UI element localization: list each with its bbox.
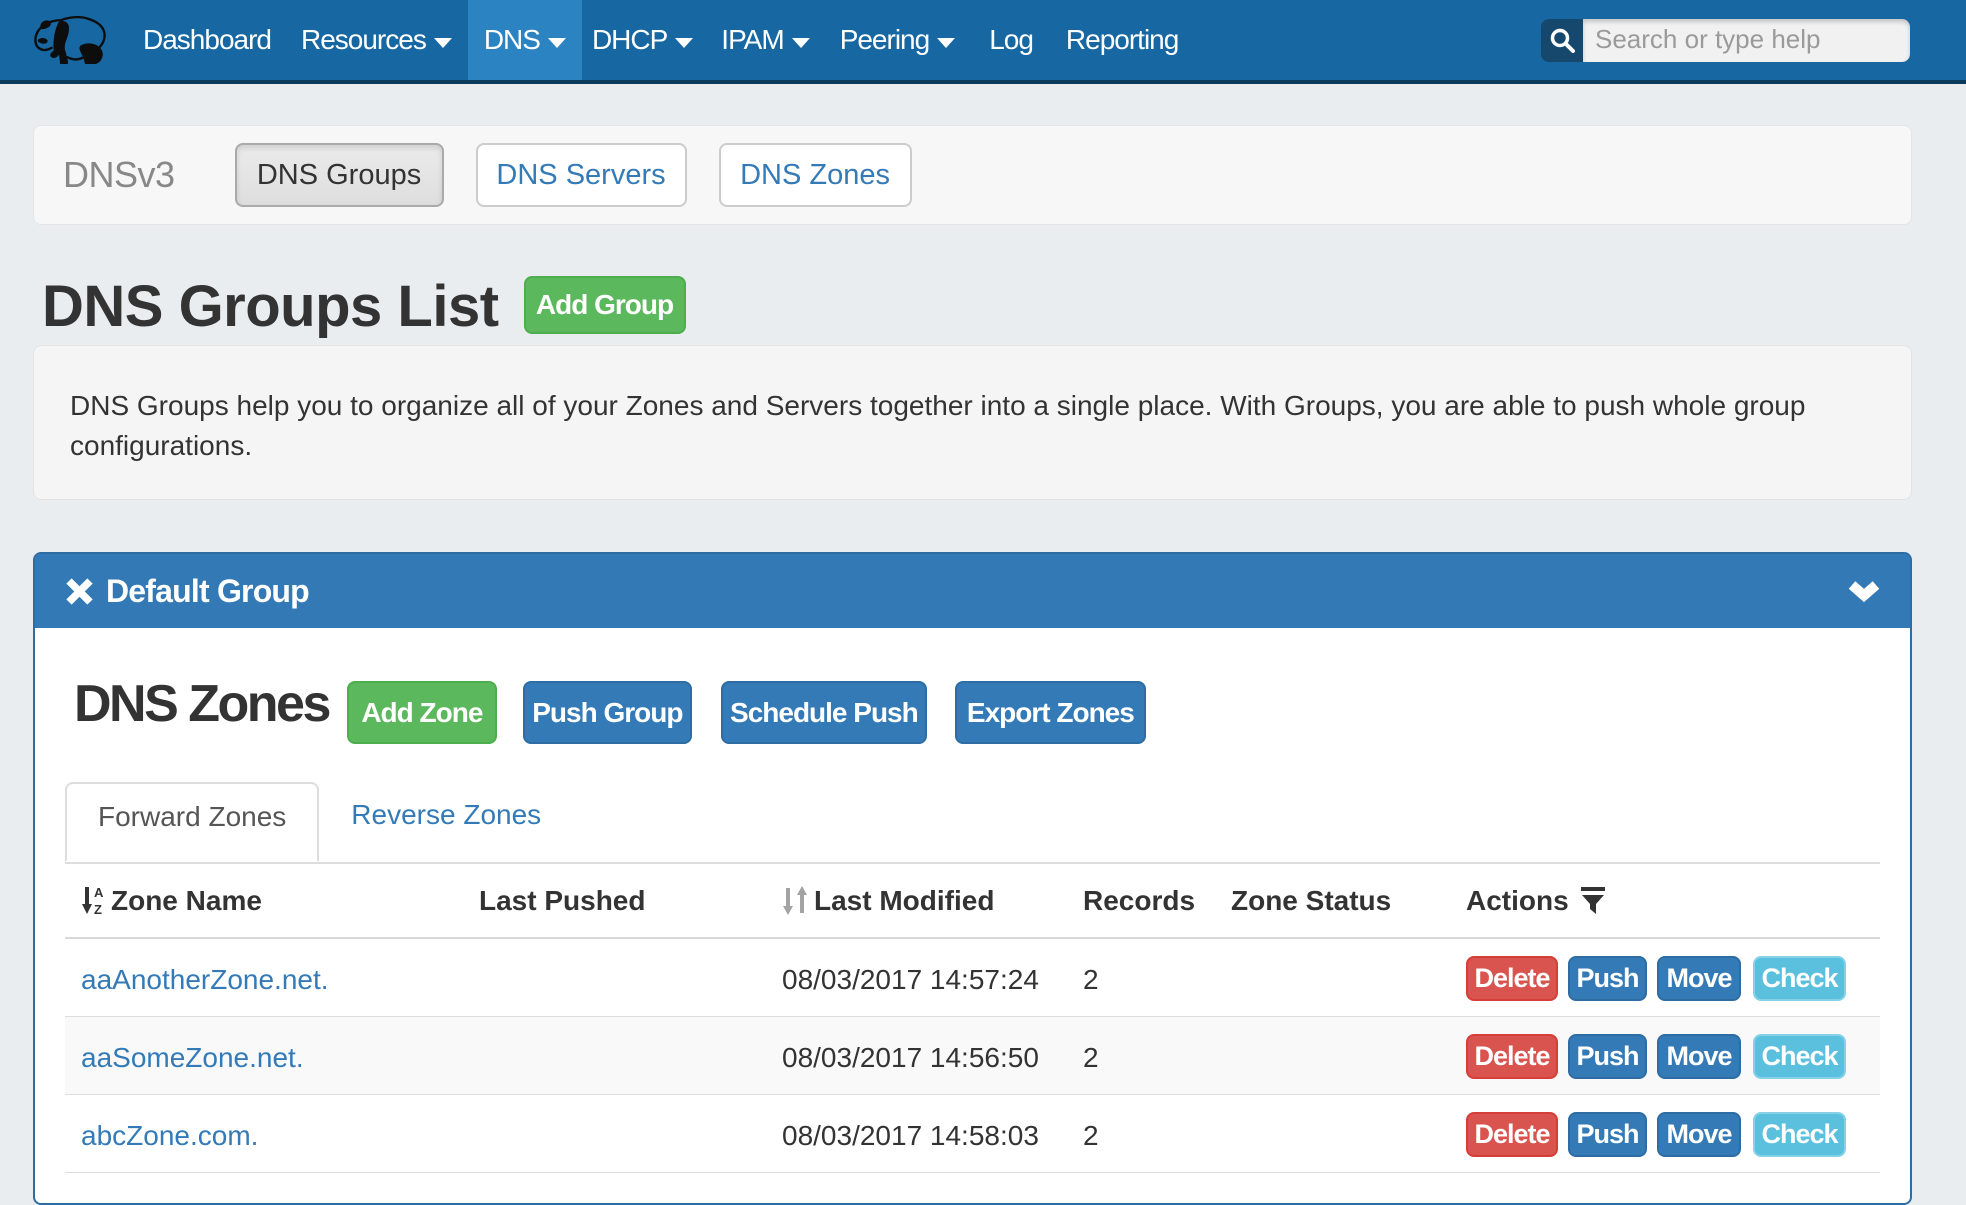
svg-text:A: A <box>94 886 104 900</box>
svg-text:Z: Z <box>94 902 102 915</box>
